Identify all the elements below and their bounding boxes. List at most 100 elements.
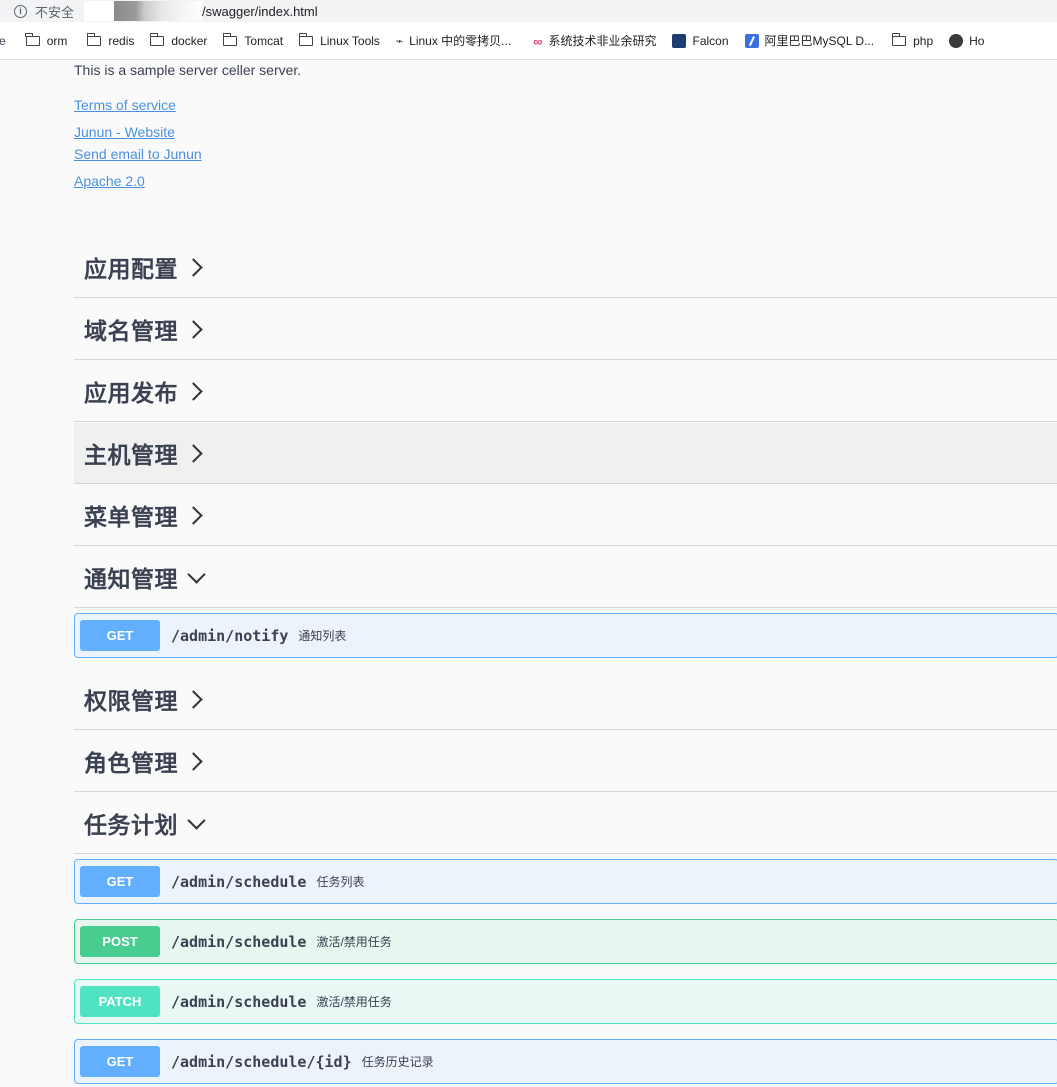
bookmark-label: 阿里巴巴MySQL D...: [764, 34, 875, 48]
contact-website-link[interactable]: Junun - Website: [74, 124, 175, 140]
operation-path: /admin/schedule/{id}: [171, 1052, 352, 1071]
bookmark-label: 系统技术非业余研究: [548, 34, 657, 48]
bookmark-label: Falcon: [692, 33, 729, 48]
tag-section-notify: 通知管理: [74, 547, 1057, 608]
bookmark-label: Tomcat: [244, 33, 284, 48]
feather-icon: [744, 33, 759, 48]
chevron-right-icon: [184, 381, 203, 401]
tag-section-role: 角色管理: [74, 731, 1057, 792]
chevron-right-icon: [184, 319, 203, 339]
address-bar[interactable]: i 不安全 /swagger/index.html: [0, 0, 1057, 22]
folder-icon: [86, 32, 102, 46]
bookmark-falcon[interactable]: Falcon: [672, 31, 729, 51]
operation-get-admin-notify[interactable]: GET /admin/notify 通知列表: [74, 613, 1057, 658]
bookmark-alibaba-mysql[interactable]: 阿里巴巴MySQL D...: [744, 31, 875, 51]
method-badge: GET: [80, 866, 160, 897]
tag-header[interactable]: 权限管理: [74, 669, 1057, 730]
chevron-right-icon: [184, 443, 203, 463]
infinity-icon: ∞: [533, 33, 543, 49]
tag-name: 权限管理: [84, 689, 178, 715]
contact-email-link[interactable]: Send email to Junun: [74, 146, 202, 162]
bookmark-docker[interactable]: docker: [149, 31, 208, 51]
operation-path: /admin/notify: [171, 626, 289, 645]
tag-header[interactable]: 域名管理: [74, 299, 1057, 360]
method-badge: POST: [80, 926, 160, 957]
bookmark-label: Ho: [969, 33, 985, 48]
tag-header[interactable]: 角色管理: [74, 731, 1057, 792]
bookmark-label: Linux 中的零拷贝...: [409, 34, 512, 48]
chevron-right-icon: [184, 257, 203, 277]
usb-icon: ⌁: [395, 33, 404, 48]
bookmark-linux-zero-copy[interactable]: ⌁ Linux 中的零拷贝...: [396, 31, 511, 51]
bookmark-label: Linux Tools: [320, 33, 380, 48]
folder-icon: [149, 32, 165, 46]
bookmark-ho[interactable]: Ho: [949, 31, 984, 51]
operation-patch-admin-schedule[interactable]: PATCH /admin/schedule 激活/禁用任务: [74, 979, 1057, 1024]
globe-icon: [949, 33, 964, 48]
security-label[interactable]: 不安全: [35, 2, 74, 21]
tag-name: 通知管理: [84, 567, 178, 593]
folder-icon: [298, 32, 314, 46]
operation-get-admin-schedule[interactable]: GET /admin/schedule 任务列表: [74, 859, 1057, 904]
url-text[interactable]: /swagger/index.html: [202, 4, 318, 19]
chevron-down-icon: [187, 564, 206, 584]
terms-of-service-link[interactable]: Terms of service: [74, 97, 176, 113]
tag-name: 应用配置: [84, 257, 178, 283]
operation-get-admin-schedule-id[interactable]: GET /admin/schedule/{id} 任务历史记录: [74, 1039, 1057, 1084]
tag-section-menu: 菜单管理: [74, 485, 1057, 546]
bookmark-label: docker: [171, 33, 208, 48]
bookmark-label: orm: [46, 33, 68, 48]
tag-section-permission: 权限管理: [74, 669, 1057, 730]
tag-section-app-release: 应用发布: [74, 361, 1057, 422]
chevron-down-icon: [187, 810, 206, 830]
operation-summary: 任务列表: [316, 875, 365, 889]
operation-summary: 激活/禁用任务: [316, 995, 392, 1009]
tag-name: 应用发布: [84, 381, 178, 407]
folder-icon: [223, 32, 238, 46]
falcon-icon: [672, 33, 687, 48]
operation-summary: 通知列表: [298, 629, 347, 643]
bookmark-system-research[interactable]: ∞ 系统技术非业余研究: [533, 31, 656, 51]
bookmark-cut-label[interactable]: e: [0, 34, 6, 48]
tag-section-schedule: 任务计划: [74, 793, 1057, 854]
operation-summary: 任务历史记录: [361, 1055, 434, 1069]
tag-header[interactable]: 任务计划: [74, 793, 1057, 854]
tag-name: 域名管理: [84, 319, 178, 345]
info-icon[interactable]: i: [14, 4, 27, 18]
method-badge: PATCH: [80, 986, 160, 1017]
bookmarks-bar: e orm redis docker Tomcat Linux Tools ⌁ …: [0, 22, 1057, 60]
operation-post-admin-schedule[interactable]: POST /admin/schedule 激活/禁用任务: [74, 919, 1057, 964]
bookmark-linux-tools[interactable]: Linux Tools: [298, 31, 380, 51]
tag-section-domain: 域名管理: [74, 299, 1057, 360]
folder-icon: [891, 32, 907, 46]
license-link[interactable]: Apache 2.0: [74, 173, 145, 189]
tag-header[interactable]: 应用发布: [74, 361, 1057, 422]
bookmark-label: redis: [108, 33, 135, 48]
operation-summary: 激活/禁用任务: [316, 935, 392, 949]
tag-header[interactable]: 通知管理: [74, 547, 1057, 608]
bookmark-orm[interactable]: orm: [25, 31, 68, 51]
bookmark-tomcat[interactable]: Tomcat: [223, 31, 283, 51]
tag-name: 任务计划: [84, 813, 178, 839]
folder-icon: [25, 32, 40, 46]
bookmark-label: php: [913, 33, 934, 48]
operation-path: /admin/schedule: [171, 872, 307, 891]
api-description: This is a sample server celler server.: [74, 62, 302, 78]
tag-section-host: 主机管理: [74, 423, 1057, 484]
tag-header[interactable]: 应用配置: [74, 237, 1057, 298]
tag-header[interactable]: 主机管理: [74, 423, 1057, 484]
tag-name: 主机管理: [84, 443, 178, 469]
tag-header[interactable]: 菜单管理: [74, 485, 1057, 546]
tag-section-app-config: 应用配置: [74, 237, 1057, 298]
chevron-right-icon: [184, 689, 203, 709]
method-badge: GET: [80, 1046, 160, 1077]
bookmark-redis[interactable]: redis: [86, 31, 135, 51]
tag-name: 菜单管理: [84, 505, 178, 531]
bookmark-php[interactable]: php: [891, 31, 934, 51]
redacted-host: [84, 1, 203, 21]
operation-path: /admin/schedule: [171, 932, 307, 951]
chevron-right-icon: [184, 751, 203, 771]
method-badge: GET: [80, 620, 160, 651]
tag-name: 角色管理: [84, 751, 178, 777]
chevron-right-icon: [184, 505, 203, 525]
